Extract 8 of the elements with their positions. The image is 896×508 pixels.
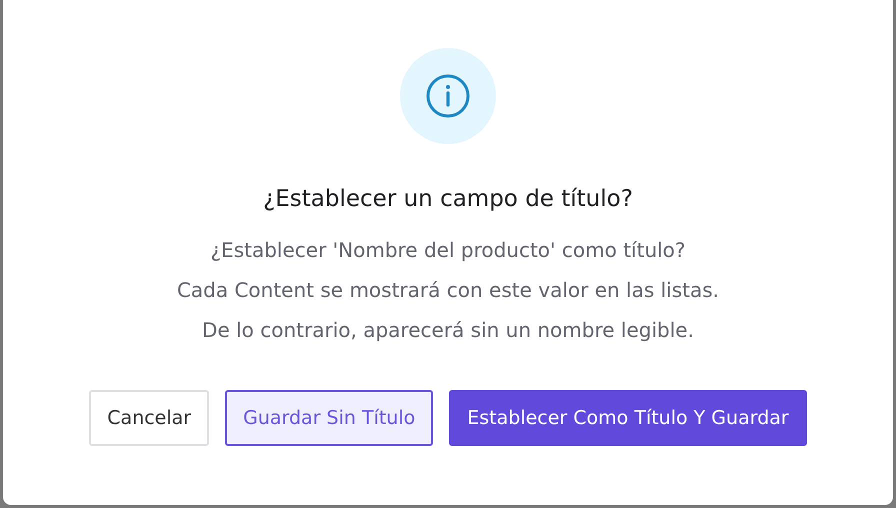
cancel-button[interactable]: Cancelar xyxy=(89,390,210,446)
message-line: De lo contrario, aparecerá sin un nombre legible. xyxy=(202,317,694,344)
dialog-title: ¿Establecer un campo de título? xyxy=(263,186,633,212)
confirm-button[interactable]: Establecer Como Título Y Guardar xyxy=(449,390,807,446)
save-button[interactable]: Guardar Sin Título xyxy=(225,390,434,446)
message-line: Cada Content se mostrará con este valor en las listas. xyxy=(176,277,720,304)
info-icon xyxy=(425,73,471,119)
message-line: ¿Establecer 'Nombre del producto' como título? xyxy=(210,237,686,264)
